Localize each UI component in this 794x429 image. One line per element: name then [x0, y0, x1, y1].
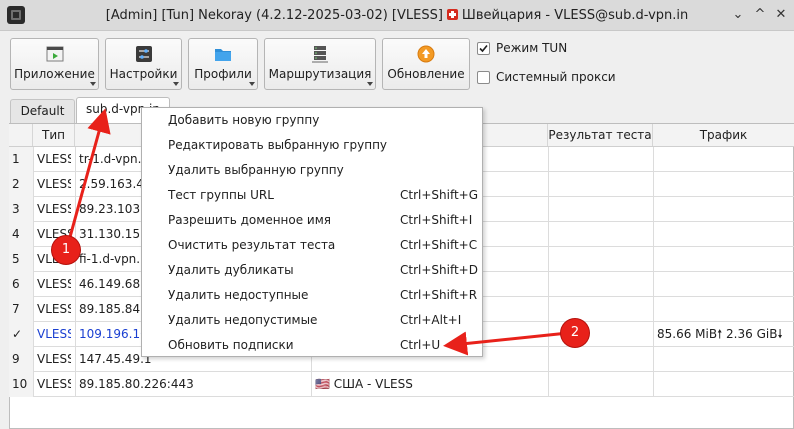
annotation-arrows [65, 108, 569, 356]
annotation-arrow-1 [65, 108, 111, 249]
annotation-badge-2: 2 [561, 319, 589, 347]
annotation-arrow-2 [443, 331, 569, 356]
annotation-badge-1: 1 [52, 236, 80, 264]
